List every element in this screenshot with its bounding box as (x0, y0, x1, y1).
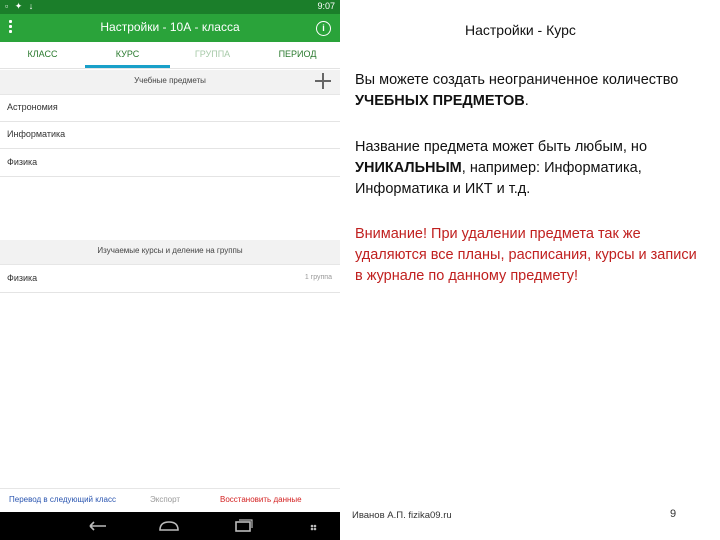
app-bar: Настройки - 10А - классa i (0, 14, 340, 42)
slide-title: Настройки - Курс (465, 22, 576, 38)
p1-emphasis: УЧЕБНЫХ ПРЕДМЕТОВ (355, 93, 525, 109)
author-footer: Иванов А.П. fizika09.ru (352, 510, 452, 521)
subject-row[interactable]: Информатика (0, 122, 340, 149)
status-bar: ▫ ✦ ↓ 9:07 (0, 0, 340, 14)
footer-actions: Перевод в следующий класс Экспорт Восста… (0, 488, 340, 511)
tab-course[interactable]: КУРС (85, 42, 170, 68)
course-name: Физика (7, 273, 38, 283)
p2-text: Название предмета может быть любым, но (355, 139, 648, 155)
phone-screenshot: ▫ ✦ ↓ 9:07 Настройки - 10А - классa i КЛ… (0, 0, 340, 540)
p2-emphasis: УНИКАЛЬНЫМ (355, 160, 462, 176)
tab-class[interactable]: КЛАСС (0, 42, 85, 68)
subjects-header-label: Учебные предметы (134, 76, 206, 85)
export-button[interactable]: Экспорт (150, 495, 180, 504)
restore-data-button[interactable]: Восстановить данные (220, 495, 302, 504)
courses-header-label: Изучаемые курсы и деление на группы (97, 246, 243, 255)
tab-bar: КЛАСС КУРС ГРУППА ПЕРИОД (0, 42, 340, 69)
subject-row[interactable]: Физика (0, 150, 340, 177)
paragraph-subjects: Вы можете создать неограниченное количес… (355, 70, 705, 112)
status-clock: 9:07 (317, 1, 335, 11)
warning-paragraph: Внимание! При удалении предмета так же у… (355, 226, 697, 284)
p1-text: Вы можете создать неограниченное количес… (355, 72, 679, 88)
subject-name: Физика (7, 157, 38, 167)
notification-icons: ▫ ✦ ↓ (5, 1, 36, 11)
back-icon[interactable] (82, 516, 112, 536)
tab-period[interactable]: ПЕРИОД (255, 42, 340, 68)
add-subject-icon[interactable] (314, 72, 332, 90)
subject-row[interactable]: Астрономия (0, 95, 340, 122)
subject-name: Астрономия (7, 102, 58, 112)
home-icon[interactable] (154, 516, 184, 536)
info-icon[interactable]: i (316, 21, 331, 36)
recent-apps-icon[interactable] (228, 516, 258, 536)
screen-title: Настройки - 10А - классa (100, 20, 240, 34)
android-nav-bar (0, 512, 340, 540)
page-number: 9 (670, 508, 677, 520)
p1-end: . (524, 93, 529, 109)
course-group-info: 1 группа (304, 274, 332, 281)
courses-section-header: Изучаемые курсы и деление на группы (0, 240, 340, 265)
transfer-class-button[interactable]: Перевод в следующий класс (9, 495, 116, 504)
tab-group[interactable]: ГРУППА (170, 42, 255, 68)
course-row[interactable]: Физика 1 группа (0, 266, 340, 293)
subject-name: Информатика (7, 129, 66, 139)
menu-icon[interactable] (300, 516, 330, 536)
subjects-section-header: Учебные предметы (0, 70, 340, 95)
paragraph-unique: Название предмета может быть любым, но У… (355, 137, 705, 200)
